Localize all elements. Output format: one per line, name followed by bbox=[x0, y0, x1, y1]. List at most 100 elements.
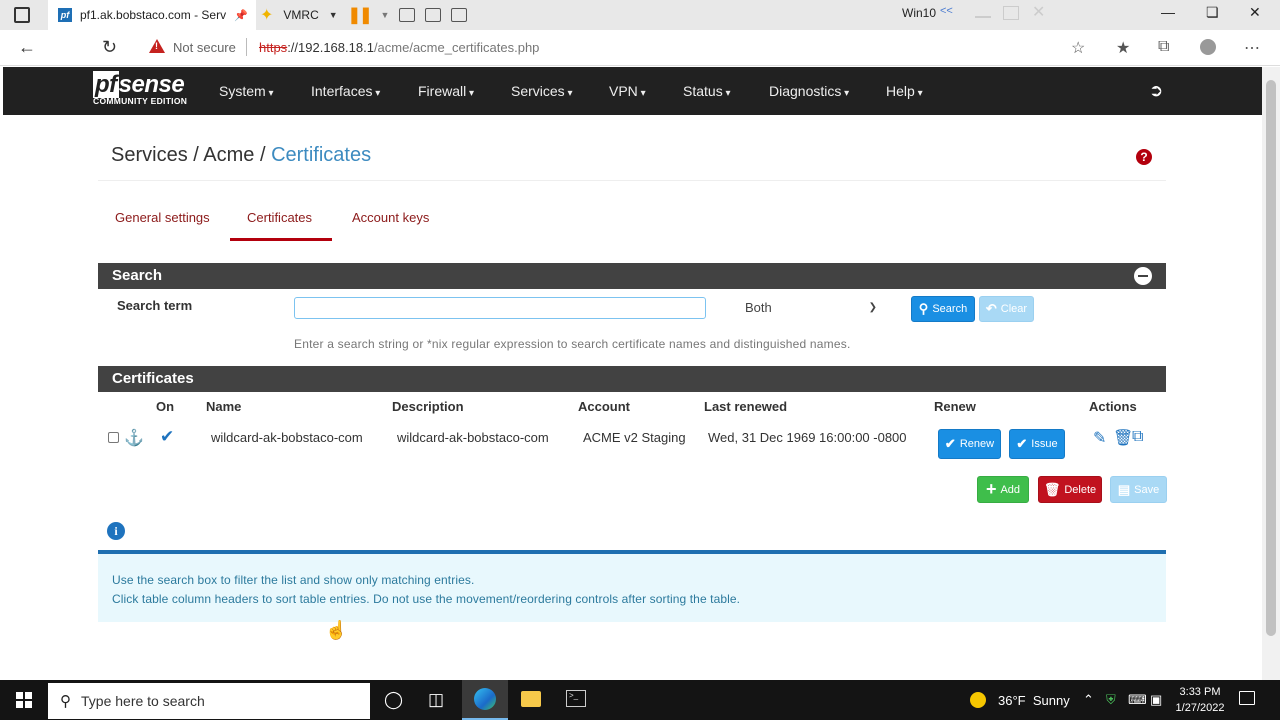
clock[interactable]: 3:33 PM 1/27/2022 bbox=[1170, 684, 1230, 716]
fullscreen-icon[interactable] bbox=[425, 8, 442, 22]
unity-icon[interactable] bbox=[451, 8, 468, 22]
not-secure-label[interactable]: Not secure bbox=[173, 40, 236, 55]
plus-icon: + bbox=[985, 479, 997, 499]
breadcrumb-services[interactable]: Services bbox=[111, 144, 188, 166]
search-button[interactable]: ⚲ Search bbox=[911, 296, 975, 322]
menu-interfaces[interactable]: Interfaces bbox=[311, 83, 418, 99]
collapse-arrows-icon[interactable]: << bbox=[940, 5, 953, 17]
search-help-text: Enter a search string or *nix regular ex… bbox=[294, 337, 851, 351]
restore-icon[interactable]: ❏ bbox=[1206, 4, 1219, 21]
windows-taskbar: ⚲ Type here to search ◯ ◫ >_ 36°F Sunny … bbox=[0, 680, 1280, 720]
info-icon[interactable]: i bbox=[107, 522, 125, 540]
shield-icon[interactable]: ⛨ bbox=[1106, 692, 1116, 708]
url-field[interactable]: https://192.168.18.1/acme/acme_certifica… bbox=[259, 40, 539, 55]
cortana-icon[interactable]: ◯ bbox=[384, 690, 403, 710]
menu-help[interactable]: Help bbox=[886, 83, 923, 99]
menu-status[interactable]: Status bbox=[683, 83, 769, 99]
copy-icon[interactable]: ⧉ bbox=[1132, 428, 1143, 446]
collections-icon[interactable]: ⧉ bbox=[1158, 38, 1169, 56]
help-icon[interactable]: ? bbox=[1136, 149, 1152, 165]
breadcrumb-acme[interactable]: Acme bbox=[203, 144, 254, 166]
pause-icon[interactable]: ❚❚ bbox=[348, 5, 373, 25]
search-icon: ⚲ bbox=[918, 301, 929, 316]
browser-tab[interactable]: pf pf1.ak.bobstaco.com - Services 📌 bbox=[48, 0, 256, 30]
chevron-down-icon: ❯ bbox=[868, 302, 877, 313]
page-title[interactable]: Certificates bbox=[271, 144, 371, 166]
network-icon[interactable]: ▣ bbox=[1150, 692, 1162, 708]
more-menu-icon[interactable]: ⋯ bbox=[1244, 38, 1260, 58]
issue-button[interactable]: ✔ Issue bbox=[1009, 429, 1065, 459]
scrollbar-thumb[interactable] bbox=[1266, 80, 1276, 636]
ghost-restore-icon[interactable] bbox=[1003, 6, 1019, 20]
search-input[interactable] bbox=[294, 297, 706, 319]
col-description[interactable]: Description bbox=[392, 399, 464, 414]
pfsense-logo[interactable]: pfsense COMMUNITY EDITION bbox=[93, 71, 187, 106]
send-ctrl-alt-del-icon[interactable] bbox=[399, 8, 416, 22]
add-button[interactable]: + Add bbox=[977, 476, 1029, 503]
pfsense-navbar: pfsense COMMUNITY EDITION System Interfa… bbox=[3, 67, 1262, 115]
col-actions[interactable]: Actions bbox=[1089, 399, 1137, 414]
cert-name: wildcard-ak-bobstaco-com bbox=[211, 430, 363, 445]
clear-button[interactable]: ↶ Clear bbox=[979, 296, 1034, 322]
col-account[interactable]: Account bbox=[578, 399, 630, 414]
tab-general-settings[interactable]: General settings bbox=[115, 210, 210, 225]
task-view-icon[interactable]: ◫ bbox=[428, 690, 444, 710]
active-tab-indicator bbox=[230, 238, 332, 241]
file-explorer-icon[interactable] bbox=[521, 691, 541, 707]
renew-button[interactable]: ✔ Renew bbox=[938, 429, 1001, 459]
tab-certificates[interactable]: Certificates bbox=[247, 210, 312, 225]
menu-system[interactable]: System bbox=[219, 83, 311, 99]
close-icon[interactable]: ✕ bbox=[1249, 4, 1261, 21]
col-name[interactable]: Name bbox=[206, 399, 241, 414]
sun-icon[interactable] bbox=[970, 692, 986, 708]
browser-tab-strip: pf pf1.ak.bobstaco.com - Services 📌 ✦ VM… bbox=[0, 0, 1280, 30]
tab-account-keys[interactable]: Account keys bbox=[352, 210, 429, 225]
logout-icon[interactable]: ➲ bbox=[1149, 81, 1163, 101]
ghost-close-icon[interactable]: ✕ bbox=[1032, 2, 1048, 21]
weather-widget[interactable]: 36°F Sunny bbox=[998, 693, 1070, 708]
cert-account: ACME v2 Staging bbox=[583, 430, 686, 445]
add-favorite-icon[interactable]: ☆ bbox=[1071, 38, 1085, 58]
check-icon: ✔ bbox=[944, 436, 956, 451]
pin-icon[interactable]: 📌 bbox=[234, 9, 248, 22]
col-on[interactable]: On bbox=[156, 399, 174, 414]
menu-vpn[interactable]: VPN bbox=[609, 83, 683, 99]
edit-pencil-icon[interactable]: ✎ bbox=[1093, 428, 1106, 448]
col-last-renewed[interactable]: Last renewed bbox=[704, 399, 787, 414]
favorites-icon[interactable]: ★ bbox=[1116, 38, 1130, 58]
enabled-check-icon: ✔ bbox=[160, 427, 175, 446]
vmrc-toolbar: ✦ VMRC ▼ ❚❚ ▼ bbox=[256, 0, 468, 30]
tab-actions-icon[interactable] bbox=[14, 7, 30, 23]
pfsense-favicon: pf bbox=[58, 8, 72, 22]
vmrc-menu[interactable]: VMRC bbox=[283, 8, 318, 22]
collapse-icon[interactable] bbox=[1134, 267, 1152, 285]
start-button-icon[interactable] bbox=[16, 692, 32, 708]
refresh-icon[interactable]: ↻ bbox=[102, 37, 117, 58]
trash-icon[interactable]: 🗑 bbox=[1113, 428, 1133, 448]
save-button[interactable]: ▤ Save bbox=[1110, 476, 1167, 503]
vmrc-dropdown-icon[interactable]: ▼ bbox=[329, 10, 338, 20]
menu-services[interactable]: Services bbox=[511, 83, 609, 99]
keyboard-icon[interactable]: ⌨ bbox=[1128, 692, 1147, 708]
cert-last-renewed: Wed, 31 Dec 1969 16:00:00 -0800 bbox=[708, 430, 907, 445]
vmrc-logo-icon: ✦ bbox=[260, 7, 274, 24]
terminal-icon[interactable]: >_ bbox=[566, 690, 586, 707]
chevron-up-icon[interactable]: ⌃ bbox=[1083, 692, 1094, 708]
delete-button[interactable]: 🗑 Delete bbox=[1038, 476, 1102, 503]
notifications-icon[interactable] bbox=[1239, 691, 1255, 705]
edge-browser-icon[interactable] bbox=[474, 688, 496, 710]
divider bbox=[98, 180, 1166, 181]
row-checkbox[interactable] bbox=[108, 432, 119, 443]
info-alert: Use the search box to filter the list an… bbox=[98, 550, 1166, 622]
minimize-icon[interactable]: — bbox=[1161, 4, 1175, 20]
anchor-icon[interactable]: ⚓ bbox=[124, 428, 144, 448]
menu-diagnostics[interactable]: Diagnostics bbox=[769, 83, 886, 99]
pause-dropdown-icon[interactable]: ▼ bbox=[380, 10, 389, 20]
col-renew[interactable]: Renew bbox=[934, 399, 976, 414]
profile-avatar[interactable] bbox=[1200, 39, 1216, 55]
back-icon[interactable]: ← bbox=[18, 37, 36, 58]
ghost-minimize-icon[interactable] bbox=[975, 16, 991, 18]
menu-firewall[interactable]: Firewall bbox=[418, 83, 511, 99]
taskbar-search[interactable]: ⚲ Type here to search bbox=[48, 683, 370, 719]
search-scope-select[interactable]: Both ❯ bbox=[737, 297, 883, 319]
